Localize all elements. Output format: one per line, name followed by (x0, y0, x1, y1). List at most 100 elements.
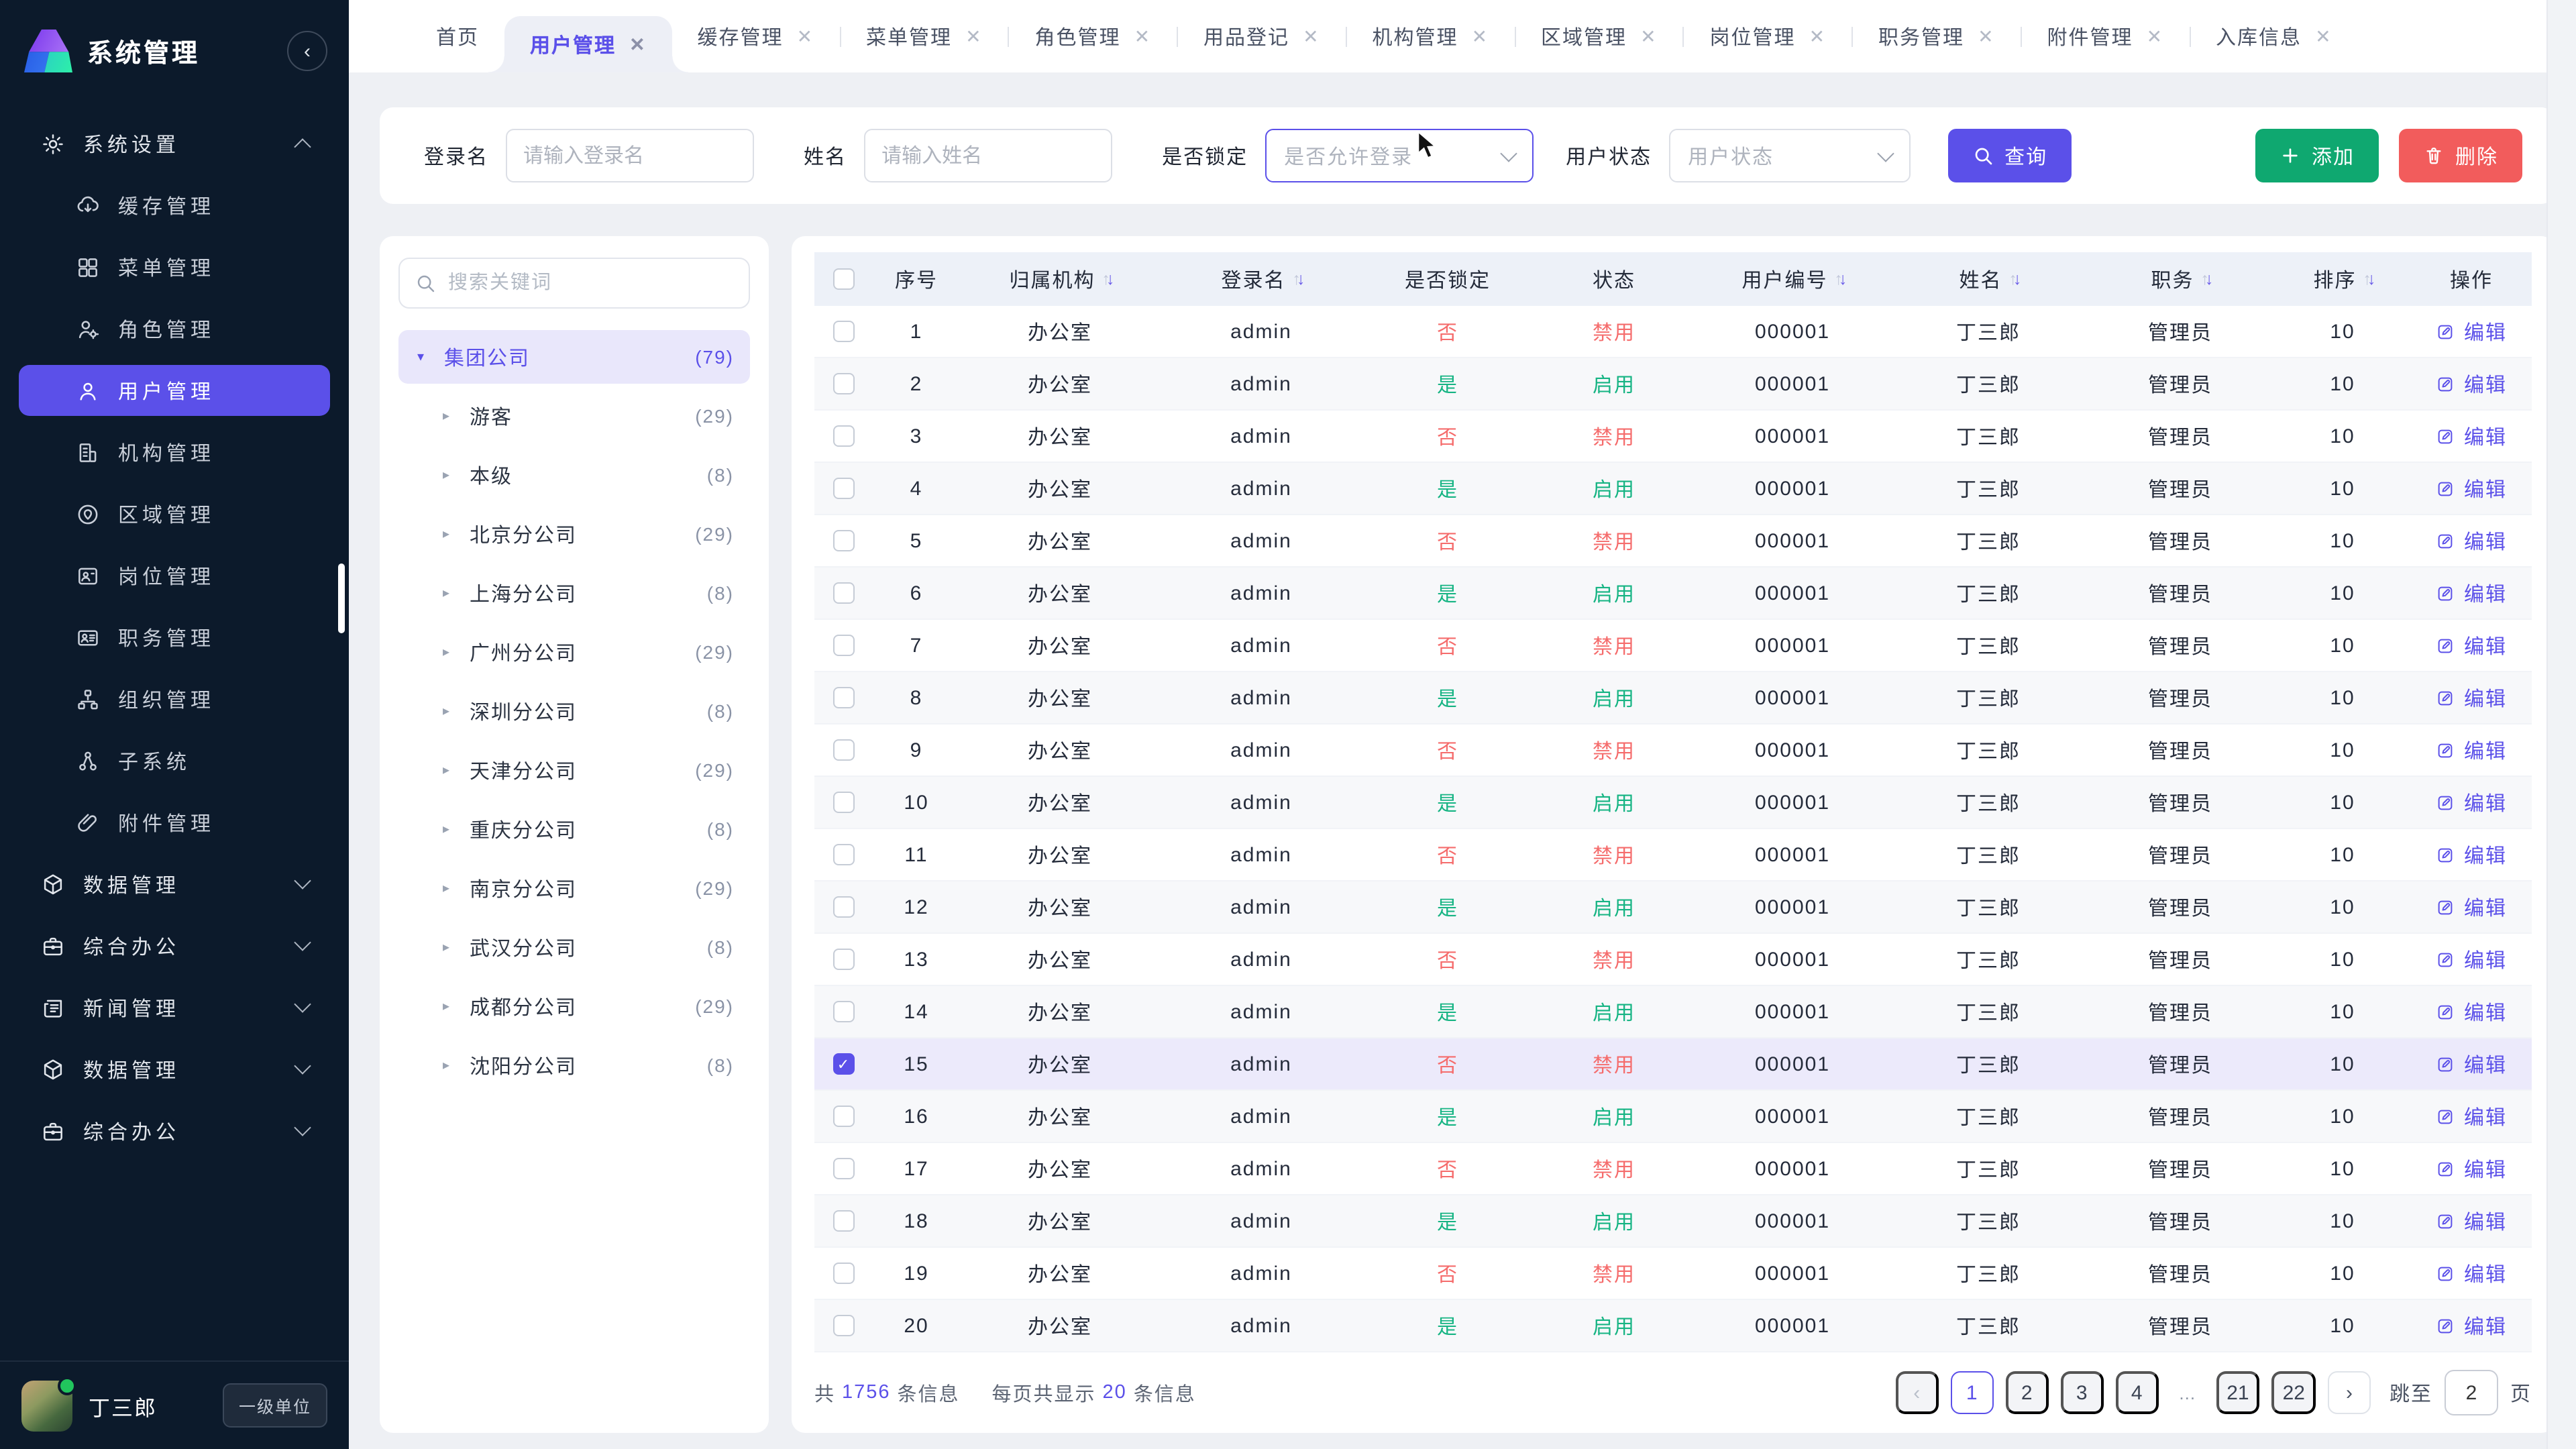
tree-caret-collapsed-icon[interactable]: ▸ (443, 527, 470, 541)
tab-user-management[interactable]: 用户管理✕ (504, 16, 672, 72)
sidebar-item-general-office[interactable]: 综合办公 (19, 920, 330, 971)
tab-region-management[interactable]: 区域管理✕ (1515, 0, 1683, 72)
sidebar-item-general-office-2[interactable]: 综合办公 (19, 1106, 330, 1157)
sidebar-item-subsystem[interactable]: 子系统 (19, 735, 330, 786)
edit-link[interactable]: 编辑 (2436, 317, 2507, 345)
edit-link[interactable]: 编辑 (2436, 1259, 2507, 1287)
edit-link[interactable]: 编辑 (2436, 422, 2507, 450)
edit-link[interactable]: 编辑 (2436, 1050, 2507, 1078)
column-header[interactable]: 姓名↑↓ (1890, 265, 2086, 293)
sort-icon[interactable]: ↑↓ (1835, 270, 1843, 288)
tab-close-icon[interactable]: ✕ (1472, 27, 1489, 46)
row-checkbox[interactable] (833, 1106, 855, 1127)
sidebar-item-system-settings[interactable]: 系统设置 (19, 118, 330, 169)
row-checkbox[interactable] (833, 1210, 855, 1232)
row-checkbox[interactable] (833, 1263, 855, 1284)
sidebar-item-news-management[interactable]: 新闻管理 (19, 982, 330, 1033)
tab-inbound-info[interactable]: 入库信息✕ (2190, 0, 2358, 72)
tree-caret-collapsed-icon[interactable]: ▸ (443, 763, 470, 777)
page-button-2[interactable]: 2 (2005, 1371, 2048, 1414)
name-input[interactable] (864, 129, 1112, 182)
tab-close-icon[interactable]: ✕ (1978, 27, 1994, 46)
locked-select[interactable]: 是否允许登录 (1265, 129, 1534, 182)
row-checkbox[interactable] (833, 792, 855, 813)
edit-link[interactable]: 编辑 (2436, 370, 2507, 398)
row-checkbox[interactable] (833, 687, 855, 708)
tree-caret-collapsed-icon[interactable]: ▸ (443, 409, 470, 423)
tab-attachment-management[interactable]: 附件管理✕ (2022, 0, 2190, 72)
tree-node-beijing-branch[interactable]: ▸北京分公司(29) (398, 507, 750, 561)
sidebar-item-post-management[interactable]: 岗位管理 (19, 550, 330, 601)
edit-link[interactable]: 编辑 (2436, 579, 2507, 607)
status-select[interactable]: 用户状态 (1669, 129, 1911, 182)
page-button-1[interactable]: 1 (1950, 1371, 1993, 1414)
tab-close-icon[interactable]: ✕ (965, 27, 982, 46)
login-name-input[interactable] (506, 129, 754, 182)
row-checkbox[interactable] (833, 373, 855, 394)
tab-close-icon[interactable]: ✕ (1809, 27, 1826, 46)
tree-node-current-level[interactable]: ▸本级(8) (398, 448, 750, 502)
tree-caret-expanded-icon[interactable]: ▾ (417, 350, 444, 364)
tree-caret-collapsed-icon[interactable]: ▸ (443, 999, 470, 1014)
tree-node-chongqing-branch[interactable]: ▸重庆分公司(8) (398, 802, 750, 856)
sidebar-item-menu-management[interactable]: 菜单管理 (19, 241, 330, 292)
row-checkbox[interactable] (833, 582, 855, 604)
sidebar-scrollbar-thumb[interactable] (338, 564, 345, 633)
tree-caret-collapsed-icon[interactable]: ▸ (443, 586, 470, 600)
tab-role-management[interactable]: 角色管理✕ (1010, 0, 1177, 72)
column-header[interactable]: 归属机构↑↓ (959, 265, 1161, 293)
query-button[interactable]: 查询 (1948, 129, 2072, 182)
add-button[interactable]: 添加 (2255, 129, 2379, 182)
tree-node-nanjing-branch[interactable]: ▸南京分公司(29) (398, 861, 750, 915)
edit-link[interactable]: 编辑 (2436, 631, 2507, 659)
tree-node-guangzhou-branch[interactable]: ▸广州分公司(29) (398, 625, 750, 679)
page-button-21[interactable]: 21 (2216, 1371, 2259, 1414)
tree-node-visitors[interactable]: ▸游客(29) (398, 389, 750, 443)
edit-link[interactable]: 编辑 (2436, 1155, 2507, 1183)
tree-node-wuhan-branch[interactable]: ▸武汉分公司(8) (398, 920, 750, 974)
next-page-button[interactable]: › (2328, 1371, 2371, 1414)
row-checkbox[interactable] (833, 896, 855, 918)
sort-icon[interactable]: ↑↓ (1102, 270, 1111, 288)
row-checkbox[interactable] (833, 425, 855, 447)
page-button-22[interactable]: 22 (2272, 1371, 2316, 1414)
row-checkbox[interactable] (833, 844, 855, 865)
sidebar-item-org-management[interactable]: 机构管理 (19, 427, 330, 478)
tab-menu-management[interactable]: 菜单管理✕ (841, 0, 1008, 72)
row-checkbox[interactable] (833, 478, 855, 499)
sidebar-item-organization-management[interactable]: 组织管理 (19, 674, 330, 724)
sidebar-item-region-management[interactable]: 区域管理 (19, 488, 330, 539)
tab-close-icon[interactable]: ✕ (2147, 27, 2163, 46)
tree-node-group-company[interactable]: ▾集团公司(79) (398, 330, 750, 384)
tree-caret-collapsed-icon[interactable]: ▸ (443, 940, 470, 955)
sidebar-item-user-management[interactable]: 用户管理 (19, 365, 330, 416)
edit-link[interactable]: 编辑 (2436, 945, 2507, 973)
edit-link[interactable]: 编辑 (2436, 684, 2507, 712)
tab-post-management[interactable]: 岗位管理✕ (1684, 0, 1852, 72)
tree-caret-collapsed-icon[interactable]: ▸ (443, 822, 470, 837)
tab-close-icon[interactable]: ✕ (1134, 27, 1151, 46)
tree-caret-collapsed-icon[interactable]: ▸ (443, 468, 470, 482)
edit-link[interactable]: 编辑 (2436, 1311, 2507, 1340)
row-checkbox[interactable] (833, 321, 855, 342)
delete-button[interactable]: 删除 (2399, 129, 2522, 182)
row-checkbox[interactable] (833, 739, 855, 761)
window-scrollbar[interactable] (2546, 0, 2576, 1449)
edit-link[interactable]: 编辑 (2436, 998, 2507, 1026)
row-checkbox[interactable] (833, 530, 855, 551)
tree-caret-collapsed-icon[interactable]: ▸ (443, 704, 470, 718)
sort-icon[interactable]: ↑↓ (1293, 270, 1301, 288)
tree-node-tianjin-branch[interactable]: ▸天津分公司(29) (398, 743, 750, 797)
tree-caret-collapsed-icon[interactable]: ▸ (443, 645, 470, 659)
sidebar-collapse-button[interactable]: ‹ (287, 31, 327, 71)
tree-node-shenzhen-branch[interactable]: ▸深圳分公司(8) (398, 684, 750, 738)
edit-link[interactable]: 编辑 (2436, 1102, 2507, 1130)
sort-icon[interactable]: ↑↓ (2009, 270, 2018, 288)
row-checkbox[interactable]: ✓ (833, 1053, 855, 1075)
sidebar-item-cache-management[interactable]: 缓存管理 (19, 180, 330, 231)
tab-close-icon[interactable]: ✕ (797, 27, 814, 46)
tree-node-shanghai-branch[interactable]: ▸上海分公司(8) (398, 566, 750, 620)
tab-close-icon[interactable]: ✕ (2315, 27, 2332, 46)
tree-search-input[interactable] (448, 272, 734, 294)
tab-org-management[interactable]: 机构管理✕ (1347, 0, 1515, 72)
